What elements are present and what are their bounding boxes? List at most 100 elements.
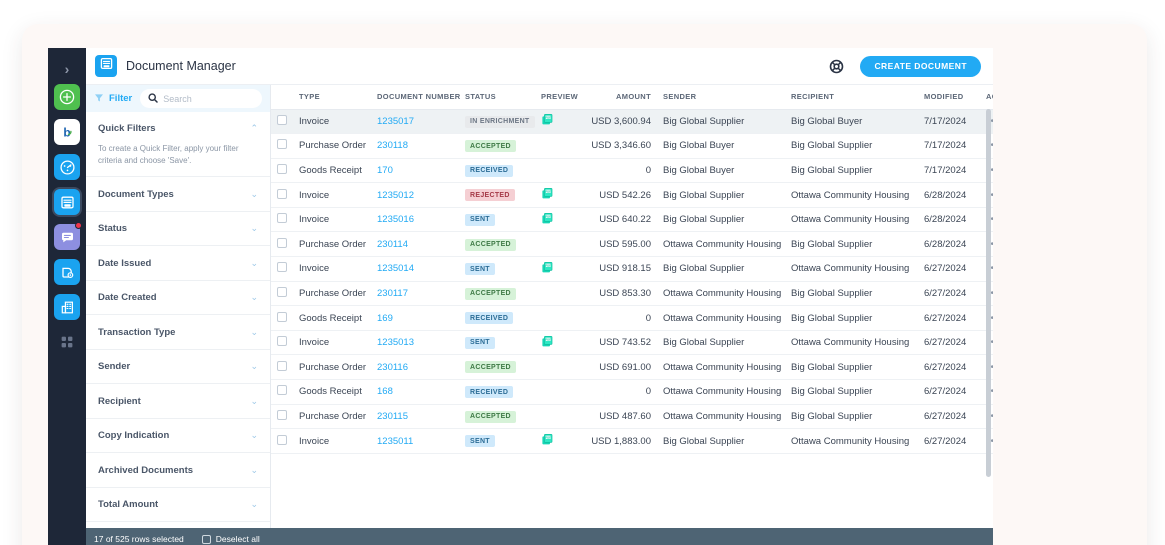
row-checkbox-cell[interactable] (271, 354, 293, 381)
filter-group-toggle[interactable]: Date Created ⌄ (98, 281, 258, 315)
cell-preview[interactable]: PDF (535, 182, 577, 208)
cell-document-number[interactable]: 1235017 (371, 109, 459, 135)
row-checkbox[interactable] (277, 434, 287, 445)
table-row[interactable]: Purchase Order 230118 ACCEPTED USD 3,346.60… (271, 133, 993, 159)
document-number-link[interactable]: 168 (377, 386, 393, 397)
document-number-link[interactable]: 1235013 (377, 337, 414, 348)
row-checkbox[interactable] (277, 409, 287, 420)
cell-document-number[interactable]: 230114 (371, 231, 459, 258)
document-number-link[interactable]: 1235012 (377, 190, 414, 201)
deselect-all-button[interactable]: Deselect all (201, 534, 260, 544)
row-checkbox-cell[interactable] (271, 404, 293, 430)
filter-group-toggle[interactable]: Quick Filters ⌃ (98, 112, 258, 146)
row-checkbox-cell[interactable] (271, 330, 293, 356)
table-row[interactable]: Purchase Order 230114 ACCEPTED USD 595.00 Ot… (271, 231, 993, 258)
deselect-all-checkbox[interactable] (201, 534, 211, 544)
column-status[interactable]: STATUS (459, 85, 535, 110)
pdf-preview-icon[interactable]: PDF (541, 434, 554, 449)
cell-preview[interactable]: PDF (535, 330, 577, 356)
filter-group-toggle[interactable]: Date Issued ⌄ (98, 246, 258, 280)
row-checkbox-cell[interactable] (271, 182, 293, 208)
table-row[interactable]: Goods Receipt 170 RECEIVED 0 Big Global Buye… (271, 158, 993, 184)
document-number-link[interactable]: 230117 (377, 288, 408, 299)
row-checkbox[interactable] (277, 139, 287, 150)
document-number-link[interactable]: 230116 (377, 362, 408, 373)
pdf-preview-icon[interactable]: PDF (541, 114, 554, 129)
cell-preview[interactable]: PDF (535, 428, 577, 454)
row-checkbox[interactable] (277, 311, 287, 322)
filter-group-toggle[interactable]: Document Types ⌄ (98, 177, 258, 211)
row-checkbox[interactable] (277, 114, 287, 125)
document-number-link[interactable]: 230115 (377, 411, 408, 422)
cell-document-number[interactable]: 170 (371, 158, 459, 184)
pdf-preview-icon[interactable]: PDF (541, 335, 554, 351)
rail-expand-button[interactable]: › (48, 54, 86, 84)
document-number-link[interactable]: 170 (377, 165, 393, 176)
pdf-preview-icon[interactable]: PDF (541, 261, 554, 277)
row-checkbox[interactable] (277, 385, 287, 396)
cell-document-number[interactable]: 1235011 (371, 428, 459, 454)
filter-group-toggle[interactable]: Sender ⌄ (98, 350, 258, 384)
row-checkbox-cell[interactable] (271, 158, 293, 184)
search-box[interactable] (140, 89, 262, 108)
row-checkbox[interactable] (277, 360, 287, 371)
cell-document-number[interactable]: 230115 (371, 404, 459, 430)
lifebuoy-icon[interactable] (829, 59, 844, 74)
rail-item-documents[interactable] (54, 189, 80, 215)
table-row[interactable]: Invoice 1235012 REJECTED PDF USD 542.26 Big G… (271, 182, 993, 208)
table-row[interactable]: Invoice 1235016 SENT PDF USD 640.22 Big Globa… (271, 207, 993, 233)
column-preview[interactable]: PREVIEW (535, 85, 578, 110)
cell-document-number[interactable]: 1235012 (371, 182, 459, 208)
table-row[interactable]: Purchase Order 230116 ACCEPTED USD 691.00 Ot… (271, 354, 993, 381)
column-amount[interactable]: AMOUNT (577, 85, 657, 110)
document-number-link[interactable]: 1235016 (377, 214, 414, 225)
rail-item-add[interactable] (54, 84, 80, 110)
column-type[interactable]: TYPE (293, 85, 371, 110)
cell-document-number[interactable]: 168 (371, 379, 459, 405)
filter-group-toggle[interactable]: Archived Documents ⌄ (98, 453, 258, 487)
row-checkbox-cell[interactable] (271, 133, 293, 159)
table-row[interactable]: Invoice 1235017 IN ENRICHMENT PDF USD 3,600.… (271, 109, 993, 135)
cell-document-number[interactable]: 230118 (371, 133, 459, 159)
row-checkbox-cell[interactable] (271, 256, 293, 282)
row-checkbox[interactable] (277, 237, 287, 248)
row-checkbox-cell[interactable] (271, 281, 293, 307)
cell-document-number[interactable]: 1235014 (371, 256, 459, 282)
rail-item-brand[interactable]: b (54, 119, 80, 145)
document-number-link[interactable]: 1235017 (377, 116, 414, 127)
table-row[interactable]: Goods Receipt 169 RECEIVED 0 Ottawa Communit… (271, 305, 993, 331)
filter-group-toggle[interactable]: Recipient ⌄ (98, 384, 258, 418)
table-row[interactable]: Invoice 1235013 SENT PDF USD 743.52 Big Globa… (271, 330, 993, 356)
filter-label[interactable]: Filter (109, 93, 132, 104)
table-row[interactable]: Invoice 1235011 SENT PDF USD 1,883.00 Big Glo… (271, 428, 993, 454)
row-checkbox[interactable] (277, 286, 287, 297)
row-checkbox[interactable] (277, 336, 287, 347)
search-input[interactable] (163, 93, 254, 104)
cell-document-number[interactable]: 230117 (371, 281, 459, 307)
document-number-link[interactable]: 1235014 (377, 263, 414, 274)
cell-preview[interactable]: PDF (535, 109, 577, 135)
rail-item-apps[interactable] (54, 329, 80, 355)
cell-document-number[interactable]: 169 (371, 305, 459, 331)
table-row[interactable]: Purchase Order 230115 ACCEPTED USD 487.60 Ot… (271, 404, 993, 430)
pdf-preview-icon[interactable]: PDF (541, 188, 554, 203)
rail-item-tools[interactable] (54, 259, 80, 285)
row-checkbox-cell[interactable] (271, 379, 293, 405)
filter-group-toggle[interactable]: Transaction Type ⌄ (98, 315, 258, 349)
document-number-link[interactable]: 169 (377, 313, 393, 324)
pdf-preview-icon[interactable]: PDF (541, 212, 554, 228)
row-checkbox-cell[interactable] (271, 109, 293, 135)
row-checkbox[interactable] (277, 163, 287, 174)
column-modified[interactable]: MODIFIED (918, 85, 980, 110)
funnel-icon[interactable] (94, 90, 104, 108)
rail-item-company[interactable] (54, 294, 80, 320)
column-select-all[interactable] (271, 85, 293, 110)
cell-document-number[interactable]: 230116 (371, 354, 459, 381)
document-number-link[interactable]: 230114 (377, 239, 408, 250)
table-row[interactable]: Goods Receipt 168 RECEIVED 0 Ottawa Communit… (271, 379, 993, 405)
document-number-link[interactable]: 1235011 (377, 436, 413, 447)
row-checkbox-cell[interactable] (271, 428, 293, 454)
cell-preview[interactable]: PDF (535, 256, 577, 282)
document-number-link[interactable]: 230118 (377, 140, 408, 151)
row-checkbox-cell[interactable] (271, 207, 293, 233)
